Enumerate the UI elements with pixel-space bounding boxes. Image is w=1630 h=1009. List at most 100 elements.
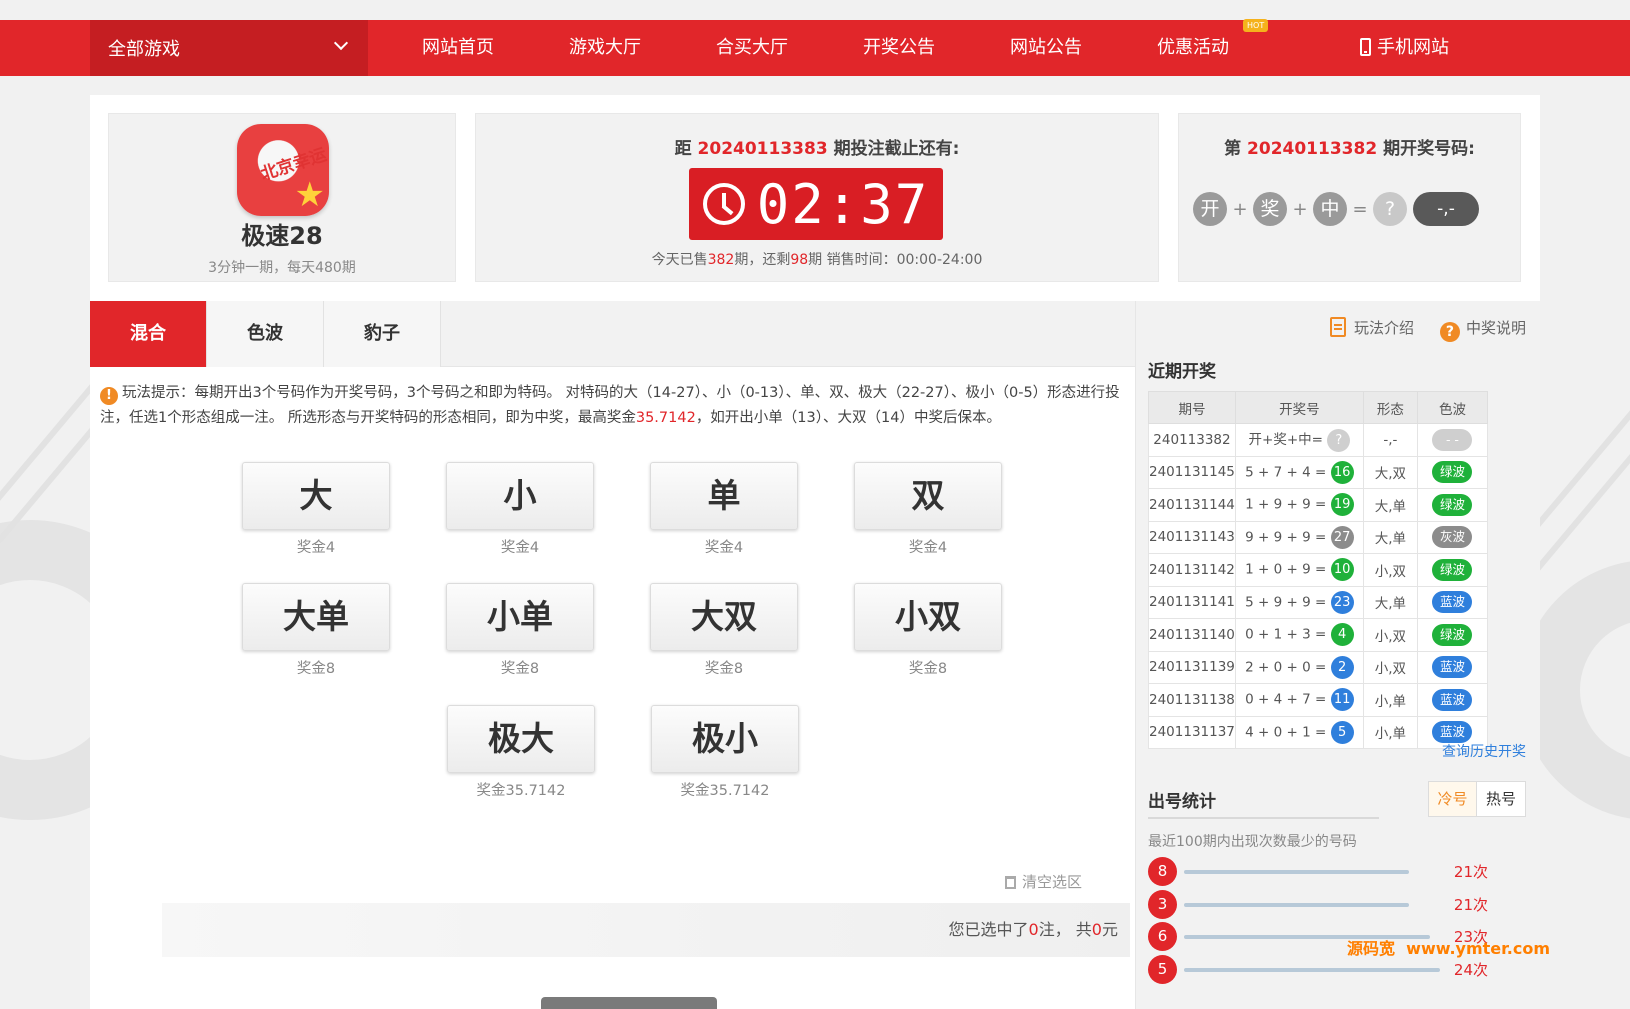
row-form: 小,双	[1362, 553, 1418, 587]
selected-count: 0	[1028, 920, 1039, 939]
submit-button[interactable]	[541, 997, 717, 1009]
chevron-down-icon	[333, 35, 349, 51]
bet-small-odd[interactable]: 小单	[446, 583, 594, 651]
wave-badge: 绿波	[1432, 623, 1473, 646]
stats-divider	[1148, 817, 1379, 819]
row-sum-ball: 16	[1330, 460, 1354, 484]
phone-icon	[1360, 38, 1371, 56]
row-draw-expr: 1 + 9 + 9 =	[1245, 496, 1327, 513]
stat-number-ball: 5	[1148, 954, 1177, 984]
last-draw-balls: 开 + 奖 + 中 =? -,-	[1193, 192, 1479, 226]
countdown-timer: 02:37	[689, 168, 943, 240]
wave-badge: - -	[1432, 428, 1473, 451]
wave-badge: 绿波	[1432, 461, 1473, 484]
stat-bar	[1184, 967, 1440, 972]
tab-color-wave[interactable]: 色波	[207, 301, 324, 367]
row-draw-expr: 4 + 0 + 1 =	[1245, 724, 1327, 741]
sold-prefix: 今天已售	[651, 252, 708, 268]
play-tip: ! 玩法提示：每期开出3个号码作为开奖号码，3个号码之和即为特码。 对特码的大（1…	[100, 381, 1130, 431]
row-wave: 绿波	[1416, 553, 1489, 587]
row-draw-expr: 5 + 9 + 9 =	[1245, 594, 1327, 611]
bet-big[interactable]: 大	[242, 462, 390, 530]
equals-sign: =	[1352, 198, 1368, 220]
prize-explain-link[interactable]: ? 中奖说明	[1414, 319, 1526, 342]
last-draw-card: 第 20240113382 期开奖号码: 开 + 奖 + 中 =? -,-	[1178, 113, 1521, 282]
row-sum-ball: 10	[1330, 558, 1354, 582]
bet-even[interactable]: 双	[854, 462, 1002, 530]
row-sum-ball: 27	[1330, 525, 1354, 549]
game-name: 极速28	[241, 222, 323, 250]
row-wave: 蓝波	[1416, 683, 1489, 717]
nav-group-buy[interactable]: 合买大厅	[716, 20, 788, 76]
star-icon: ★	[294, 175, 325, 215]
recent-draws-title: 近期开奖	[1148, 362, 1216, 382]
row-draw: 5 + 9 + 9 = 23	[1234, 585, 1364, 619]
bet-big-even[interactable]: 大双	[650, 583, 798, 651]
clear-selection-button[interactable]: 清空选区	[1005, 871, 1082, 892]
row-draw-expr: 1 + 0 + 9 =	[1245, 561, 1327, 578]
nav-game-hall[interactable]: 游戏大厅	[569, 20, 641, 76]
tab-cold-numbers[interactable]: 冷号	[1429, 782, 1477, 816]
plus-sign: +	[1232, 198, 1248, 220]
row-draw-expr: 2 + 0 + 0 =	[1245, 659, 1327, 676]
document-icon	[1329, 317, 1346, 337]
clock-icon	[702, 183, 745, 225]
draw-result-pill: -,-	[1413, 192, 1479, 226]
row-sum-ball: ?	[1327, 428, 1351, 452]
sales-status: 今天已售382期，还剩98期 销售时间：00:00-24:00	[476, 249, 1158, 269]
row-draw-expr: 0 + 4 + 7 =	[1245, 691, 1327, 708]
history-link[interactable]: 查询历史开奖	[1442, 741, 1526, 761]
bet-prize: 奖金4	[500, 540, 540, 556]
main-panel: 北京幸运 ★ 极速28 3分钟一期，每天480期 距 20240113383 期…	[90, 95, 1540, 1009]
countdown-heading: 距 20240113383 期投注截止还有:	[476, 134, 1158, 159]
watermark-b: www.ymter.com	[1406, 939, 1550, 958]
row-sum-ball: 2	[1330, 655, 1354, 679]
stat-row: 5 24次	[1148, 954, 1488, 985]
tab-mixed[interactable]: 混合	[90, 301, 207, 367]
stats-description: 最近100期内出现次数最少的号码	[1148, 834, 1357, 850]
bet-prize: 奖金8	[296, 661, 336, 677]
countdown-card: 距 20240113383 期投注截止还有: 02:37 今天已售382期，还剩…	[475, 113, 1159, 282]
stat-number-ball: 6	[1148, 922, 1177, 951]
last-draw-suffix: 期开奖号码:	[1383, 139, 1475, 159]
row-draw: 9 + 9 + 9 = 27	[1234, 520, 1364, 554]
wave-badge: 蓝波	[1432, 721, 1473, 744]
bet-small-even[interactable]: 小双	[854, 583, 1002, 651]
nav-site-notice[interactable]: 网站公告	[1010, 20, 1082, 76]
plus-sign: +	[1292, 198, 1308, 220]
table-row: 2401131138 0 + 4 + 7 = 11 小,单 蓝波	[1148, 683, 1489, 717]
bet-odd[interactable]: 单	[650, 462, 798, 530]
col-issue: 期号	[1148, 391, 1236, 424]
help-links: 玩法介绍? 中奖说明	[1329, 317, 1526, 342]
row-draw: 4 + 0 + 1 = 5	[1234, 715, 1364, 749]
row-sum-ball: 5	[1330, 720, 1354, 744]
sold-count: 382	[707, 252, 735, 268]
sold-mid: 期，还剩	[734, 252, 791, 268]
rules-link-label: 玩法介绍	[1353, 319, 1414, 337]
stat-count: 21次	[1453, 895, 1488, 914]
all-games-label: 全部游戏	[108, 39, 180, 60]
nav-mobile[interactable]: 手机网站	[1360, 20, 1449, 76]
row-sum-ball: 11	[1330, 688, 1354, 712]
row-draw-expr: 5 + 7 + 4 =	[1245, 464, 1327, 481]
col-draw: 开奖号	[1234, 391, 1364, 424]
bet-big-odd[interactable]: 大单	[242, 583, 390, 651]
bet-small[interactable]: 小	[446, 462, 594, 530]
nav-draw-notice[interactable]: 开奖公告	[863, 20, 935, 76]
bet-extreme-big[interactable]: 极大	[447, 705, 595, 773]
tab-leopard[interactable]: 豹子	[324, 301, 441, 367]
draw-ball-3: 中	[1313, 192, 1347, 226]
nav-promotions[interactable]: 优惠活动	[1157, 20, 1229, 76]
nav-home[interactable]: 网站首页	[422, 20, 494, 76]
hot-badge: HOT	[1243, 19, 1269, 32]
rules-link[interactable]: 玩法介绍	[1329, 317, 1414, 337]
tab-hot-numbers[interactable]: 热号	[1477, 782, 1525, 816]
row-form: 大,单	[1362, 585, 1418, 619]
row-wave: 绿波	[1416, 618, 1489, 652]
all-games-dropdown[interactable]: 全部游戏	[90, 20, 368, 76]
bet-extreme-small[interactable]: 极小	[651, 705, 799, 773]
col-wave: 色波	[1416, 391, 1489, 424]
draw-ball-1: 开	[1193, 192, 1227, 226]
row-draw: 1 + 0 + 9 = 10	[1234, 553, 1364, 587]
row-issue: 240113382	[1148, 423, 1236, 457]
